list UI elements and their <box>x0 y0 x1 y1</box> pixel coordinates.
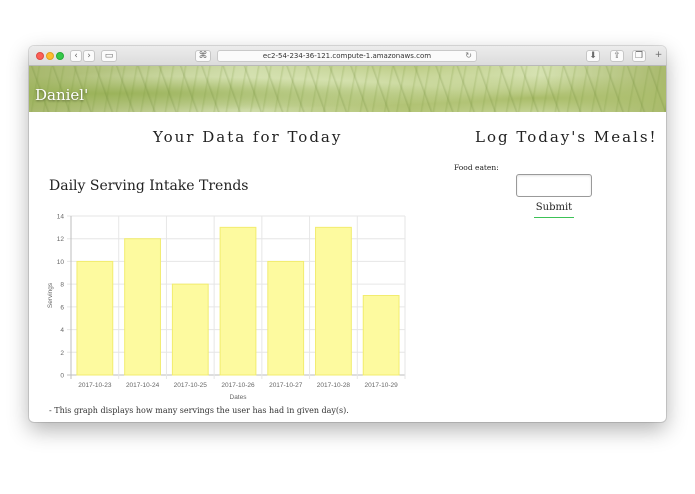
reader-icon[interactable]: ⌘ <box>195 50 211 62</box>
x-tick-label: 2017-10-26 <box>221 382 255 389</box>
chart-title: Daily Serving Intake Trends <box>49 178 249 194</box>
chart-bar <box>267 260 305 376</box>
reload-icon[interactable]: ↻ <box>465 51 472 61</box>
minimize-window-icon[interactable] <box>46 52 54 60</box>
browser-titlebar: ‹ › ▭ ⌘ ec2-54-234-36-121.compute-1.amaz… <box>29 46 666 66</box>
y-tick-label: 0 <box>60 373 64 380</box>
chart-bar <box>315 226 352 376</box>
chart-bar <box>219 226 257 376</box>
meals-section-title: Log Today's Meals! <box>475 128 658 146</box>
x-tick-label: 2017-10-28 <box>317 382 351 389</box>
y-tick-label: 2 <box>60 350 64 357</box>
new-tab-icon[interactable]: + <box>653 50 664 62</box>
x-tick-label: 2017-10-23 <box>78 382 112 389</box>
y-tick-label: 4 <box>60 327 64 334</box>
chart-description: - This graph displays how many servings … <box>49 406 349 415</box>
data-section-title: Your Data for Today <box>153 128 343 146</box>
share-icon[interactable]: ⇪ <box>610 50 624 62</box>
x-tick-label: 2017-10-27 <box>269 382 303 389</box>
chart-bar <box>362 295 400 376</box>
x-tick-label: 2017-10-29 <box>365 382 399 389</box>
food-eaten-label: Food eaten: <box>454 163 499 172</box>
close-window-icon[interactable] <box>36 52 44 60</box>
x-tick-label: 2017-10-25 <box>174 382 208 389</box>
y-tick-label: 10 <box>57 259 65 266</box>
y-tick-label: 6 <box>60 304 64 311</box>
tabs-overview-icon[interactable]: ❐ <box>632 50 646 62</box>
y-tick-label: 14 <box>57 214 65 221</box>
sidebar-icon[interactable]: ▭ <box>101 50 117 62</box>
address-bar-url: ec2-54-234-36-121.compute-1.amazonaws.co… <box>262 52 432 60</box>
chart-bar <box>76 260 114 376</box>
back-icon[interactable]: ‹ <box>70 50 82 62</box>
submit-button[interactable]: Submit <box>534 200 574 218</box>
forward-icon[interactable]: › <box>83 50 95 62</box>
y-axis-title: Servings <box>47 282 54 308</box>
food-eaten-input[interactable] <box>516 174 592 197</box>
y-tick-label: 12 <box>57 236 65 243</box>
brand-name[interactable]: Daniel' <box>35 86 88 104</box>
zoom-window-icon[interactable] <box>56 52 64 60</box>
x-tick-label: 2017-10-24 <box>126 382 160 389</box>
address-bar[interactable]: ec2-54-234-36-121.compute-1.amazonaws.co… <box>217 50 477 62</box>
chart-bar <box>171 283 209 376</box>
chart-bar <box>124 238 161 376</box>
browser-window: ‹ › ▭ ⌘ ec2-54-234-36-121.compute-1.amaz… <box>29 46 666 422</box>
serving-trends-chart: 0 2 4 6 8 10 12 14 2017-10-23 2017-10-24 2017-10-2… <box>47 214 406 400</box>
downloads-icon[interactable]: ⬇ <box>586 50 600 62</box>
x-axis-title: Dates <box>230 394 248 400</box>
header-banner: Daniel' <box>29 66 666 112</box>
y-tick-label: 8 <box>60 282 64 289</box>
